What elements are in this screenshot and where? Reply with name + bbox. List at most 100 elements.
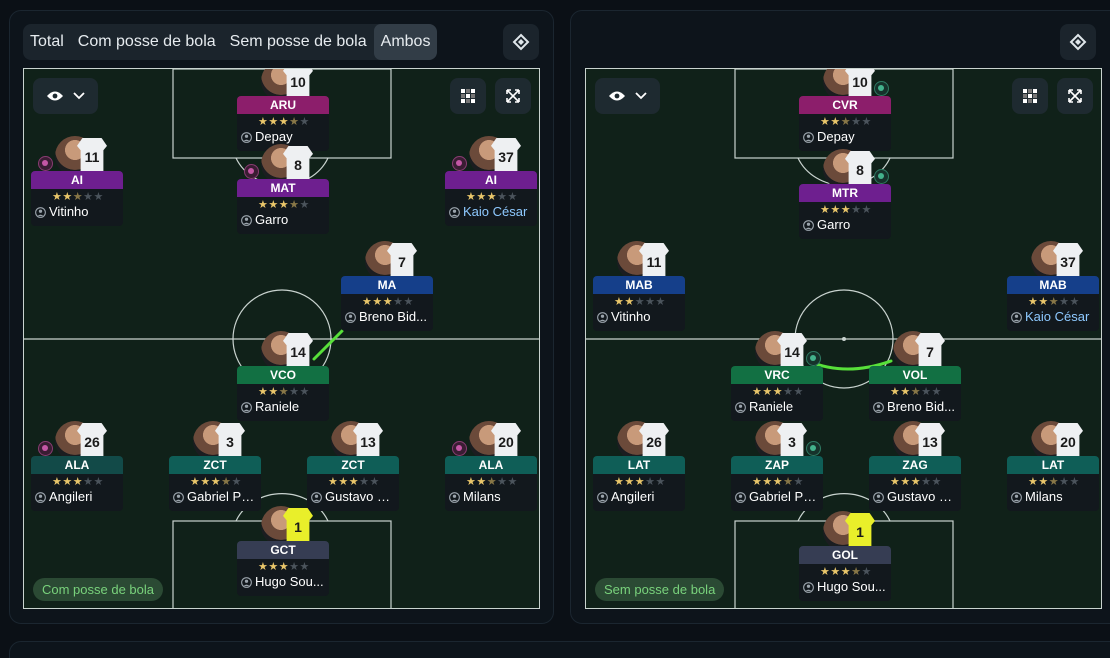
person-icon: [35, 492, 46, 503]
person-icon: [803, 582, 814, 593]
player-info: ★★★★★ Milans: [445, 474, 537, 511]
expand-icon: [1068, 89, 1082, 103]
star-rating: ★★★★★: [752, 386, 804, 398]
player-card[interactable]: 37 AI ★★★★★ Kaio César: [445, 136, 537, 226]
stamina-badge-icon: [874, 169, 889, 184]
star-rating: ★★★★★: [258, 561, 310, 573]
player-name: Breno Bid...: [359, 309, 427, 324]
player-card[interactable]: 37 MAB ★★★★★ Kaio César: [1007, 241, 1099, 331]
player-card[interactable]: 10 ARU ★★★★★ Depay: [237, 69, 329, 151]
person-icon: [1011, 312, 1022, 323]
player-card[interactable]: 1 GCT ★★★★★ Hugo Sou...: [237, 506, 329, 596]
fullscreen-icon: [512, 33, 530, 51]
tab-total[interactable]: Total: [23, 24, 71, 60]
player-card[interactable]: 8 MAT ★★★★★ Garro: [237, 144, 329, 234]
player-card[interactable]: 1 GOL ★★★★★ Hugo Sou...: [799, 511, 891, 601]
shirt-number: 10: [283, 69, 313, 99]
stamina-badge-icon: [452, 156, 467, 171]
view-mode-tabs: Total Com posse de bola Sem posse de bol…: [23, 24, 438, 60]
player-name: Breno Bid...: [887, 399, 955, 414]
player-name: Gabriel Pa...: [749, 489, 821, 504]
player-card[interactable]: 13 ZCT ★★★★★ Gustavo H...: [307, 421, 399, 511]
grid-toggle-button[interactable]: [450, 78, 486, 114]
shirt-number: 11: [639, 243, 669, 279]
star-rating: ★★★★★: [890, 386, 942, 398]
player-name: Kaio César: [463, 204, 528, 219]
shirt-number: 8: [845, 151, 875, 187]
next-panel: [9, 641, 1110, 658]
person-icon: [597, 492, 608, 503]
player-card[interactable]: 13 ZAG ★★★★★ Gustavo H...: [869, 421, 961, 511]
role-label: GCT: [237, 541, 329, 559]
player-info: ★★★★★ Garro: [237, 197, 329, 234]
player-name: Gustavo H...: [325, 489, 397, 504]
person-icon: [735, 402, 746, 413]
tab-com-posse[interactable]: Com posse de bola: [71, 24, 223, 60]
role-label: ZAG: [869, 456, 961, 474]
player-card[interactable]: 11 MAB ★★★★★ Vitinho: [593, 241, 685, 331]
player-card[interactable]: 7 VOL ★★★★★ Breno Bid...: [869, 331, 961, 421]
expand-button[interactable]: [495, 78, 531, 114]
role-label: VRC: [731, 366, 823, 384]
player-card[interactable]: 7 MA ★★★★★ Breno Bid...: [341, 241, 433, 331]
player-card[interactable]: 14 VRC ★★★★★ Raniele: [731, 331, 823, 421]
role-label: ZCT: [307, 456, 399, 474]
player-card[interactable]: 26 LAT ★★★★★ Angileri: [593, 421, 685, 511]
player-name: Raniele: [255, 399, 300, 414]
fullscreen-icon: [1069, 33, 1087, 51]
player-info: ★★★★★ Raniele: [731, 384, 823, 421]
shirt-number: 14: [283, 333, 313, 369]
visibility-dropdown[interactable]: [595, 78, 660, 114]
player-info: ★★★★★ Gustavo H...: [869, 474, 961, 511]
player-name: Depay: [817, 129, 855, 144]
role-label: ZCT: [169, 456, 261, 474]
player-card[interactable]: 3 ZAP ★★★★★ Gabriel Pa...: [731, 421, 823, 511]
settings-button-left[interactable]: [503, 24, 539, 60]
mode-label-pill: Com posse de bola: [33, 578, 164, 601]
player-info: ★★★★★ Depay: [799, 114, 891, 151]
person-icon: [241, 132, 252, 143]
star-rating: ★★★★★: [52, 476, 104, 488]
role-label: AI: [445, 171, 537, 189]
player-name: Milans: [1025, 489, 1063, 504]
player-card[interactable]: 20 ALA ★★★★★ Milans: [445, 421, 537, 511]
player-name: Depay: [255, 129, 293, 144]
star-rating: ★★★★★: [328, 476, 380, 488]
role-label: LAT: [1007, 456, 1099, 474]
star-rating: ★★★★★: [258, 386, 310, 398]
person-icon: [1011, 492, 1022, 503]
player-name: Milans: [463, 489, 501, 504]
tab-ambos[interactable]: Ambos: [373, 24, 438, 60]
settings-button-right[interactable]: [1060, 24, 1096, 60]
shirt-number: 1: [283, 508, 313, 544]
star-rating: ★★★★★: [820, 116, 872, 128]
player-info: ★★★★★ Vitinho: [31, 189, 123, 226]
star-rating: ★★★★★: [890, 476, 942, 488]
tab-sem-posse[interactable]: Sem posse de bola: [223, 24, 374, 60]
player-card[interactable]: 20 LAT ★★★★★ Milans: [1007, 421, 1099, 511]
star-rating: ★★★★★: [820, 566, 872, 578]
role-label: ZAP: [731, 456, 823, 474]
player-name: Gustavo H...: [887, 489, 959, 504]
player-card[interactable]: 8 MTR ★★★★★ Garro: [799, 149, 891, 239]
player-card[interactable]: 10 CVR ★★★★★ Depay: [799, 69, 891, 151]
star-rating: ★★★★★: [190, 476, 242, 488]
expand-button[interactable]: [1057, 78, 1093, 114]
player-card[interactable]: 3 ZCT ★★★★★ Gabriel Pa...: [169, 421, 261, 511]
shirt-number: 3: [215, 423, 245, 459]
visibility-dropdown[interactable]: [33, 78, 98, 114]
player-card[interactable]: 26 ALA ★★★★★ Angileri: [31, 421, 123, 511]
shirt-number: 14: [777, 333, 807, 369]
grid-toggle-button[interactable]: [1012, 78, 1048, 114]
shirt-number: 3: [777, 423, 807, 459]
player-card[interactable]: 11 AI ★★★★★ Vitinho: [31, 136, 123, 226]
player-card[interactable]: 14 VCO ★★★★★ Raniele: [237, 331, 329, 421]
player-name: Angileri: [49, 489, 93, 504]
stamina-badge-icon: [452, 441, 467, 456]
role-label: ARU: [237, 96, 329, 114]
star-rating: ★★★★★: [362, 296, 414, 308]
role-label: MA: [341, 276, 433, 294]
player-info: ★★★★★ Vitinho: [593, 294, 685, 331]
grid-icon: [1023, 89, 1037, 103]
shirt-number: 26: [77, 423, 107, 459]
